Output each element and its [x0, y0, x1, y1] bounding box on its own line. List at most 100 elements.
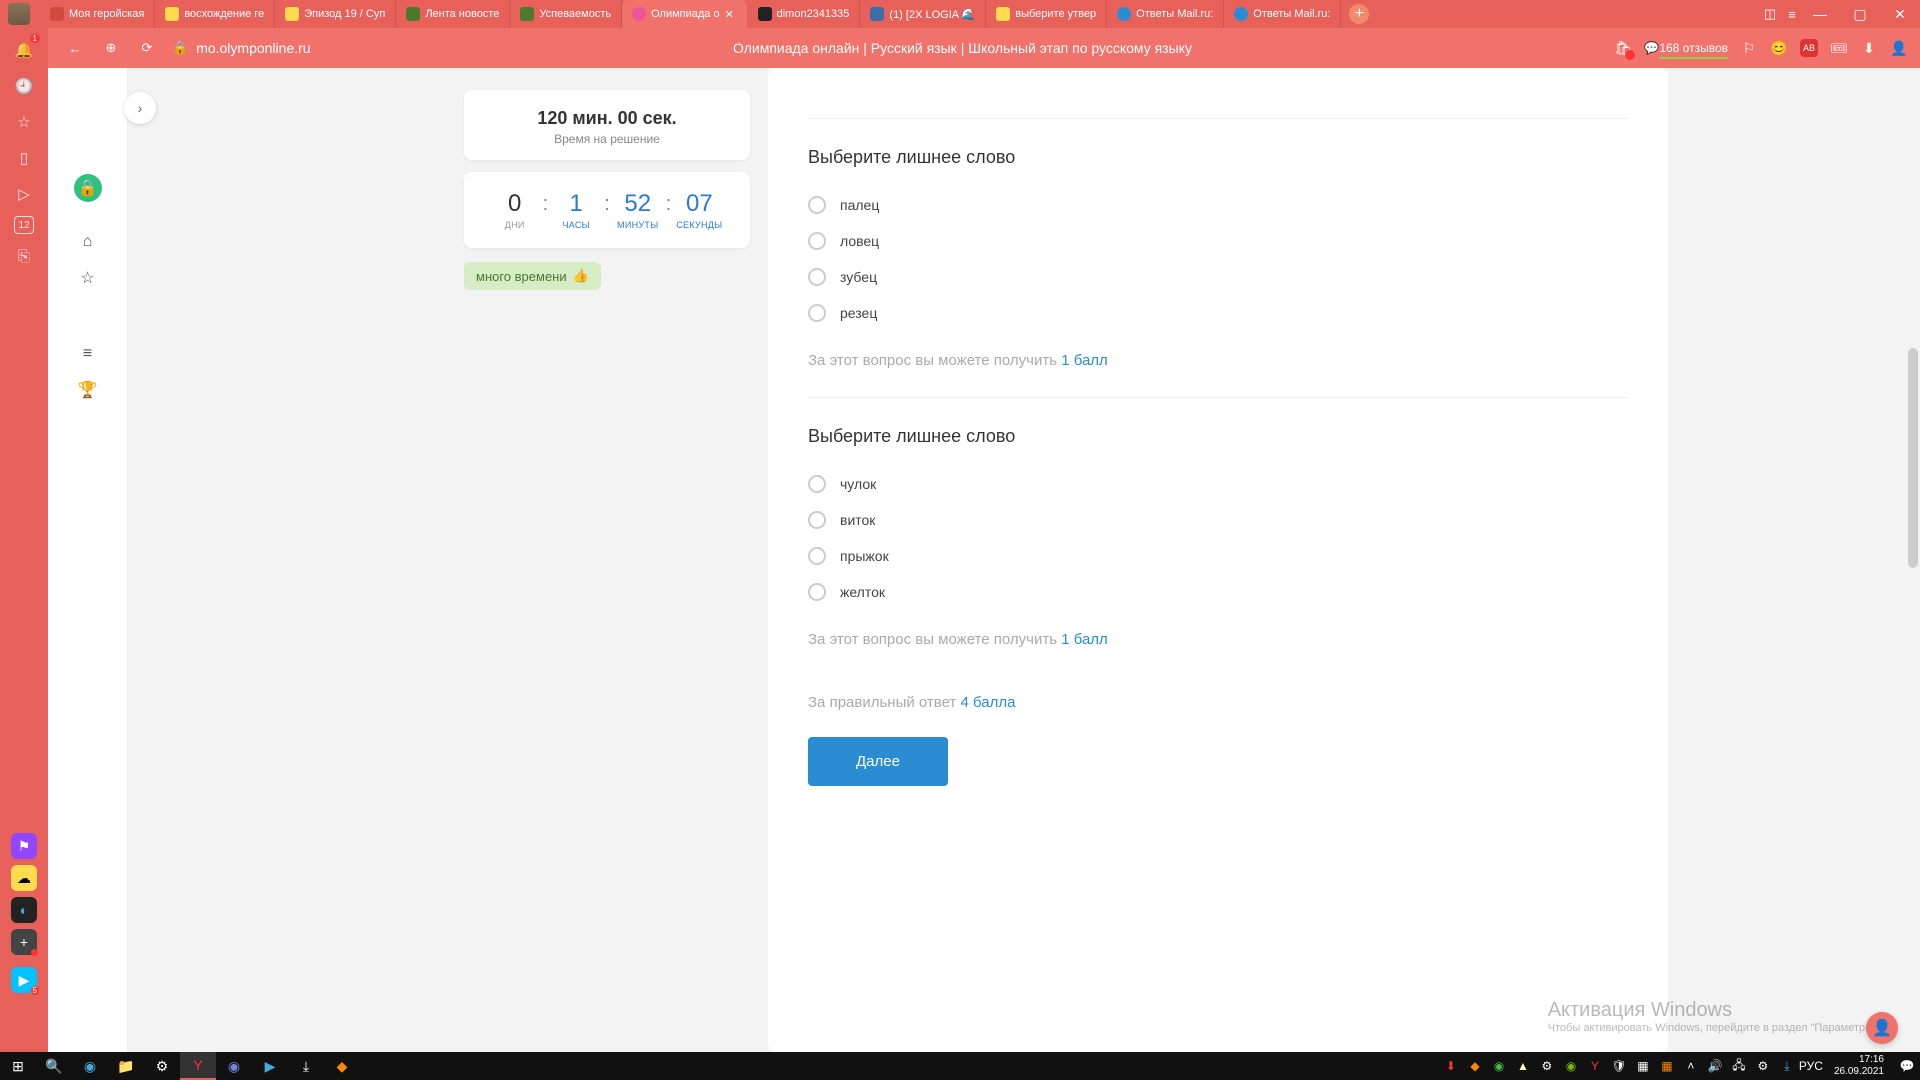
cart-icon[interactable]: 🛍: [1614, 39, 1632, 57]
tab-0[interactable]: Моя геройская: [40, 0, 155, 28]
reviews-link[interactable]: 💬168 отзывов: [1644, 41, 1728, 55]
radio-option[interactable]: зубец: [808, 268, 1628, 286]
downloads-icon[interactable]: ⬇: [1860, 39, 1878, 57]
tab-1[interactable]: восхождение ге: [155, 0, 275, 28]
tray-icon[interactable]: ⚙: [1538, 1059, 1556, 1073]
tab-6[interactable]: dimon2341335: [748, 0, 861, 28]
steam-icon[interactable]: ⚙: [144, 1052, 180, 1080]
tray-icon[interactable]: ◉: [1490, 1059, 1508, 1073]
bookmark-icon[interactable]: ⚐: [1740, 39, 1758, 57]
maximize-button[interactable]: ▢: [1840, 0, 1880, 28]
history-icon[interactable]: 🕘: [10, 72, 38, 100]
minimize-button[interactable]: —: [1800, 0, 1840, 28]
clock[interactable]: 17:16 26.09.2021: [1826, 1054, 1892, 1078]
collections-icon[interactable]: ▯: [10, 144, 38, 172]
tray-chevron-icon[interactable]: ˄: [1682, 1059, 1700, 1073]
tray-icon[interactable]: Y: [1586, 1059, 1604, 1073]
scroll-thumb[interactable]: [1908, 348, 1918, 568]
tray-icon[interactable]: ▦: [1658, 1059, 1676, 1073]
video-icon[interactable]: ▷: [10, 180, 38, 208]
taskbar: ⊞ 🔍 ◉ 📁 ⚙ Y ◉ ▶ ⤓ ◆ ⬇ ◆ ◉ ▲ ⚙ ◉ Y 🛡 ▦ ▦ …: [0, 1052, 1920, 1080]
tab-9[interactable]: Ответы Mail.ru:: [1107, 0, 1224, 28]
user-avatar[interactable]: [8, 3, 30, 25]
close-button[interactable]: ✕: [1880, 0, 1920, 28]
tray-icon[interactable]: ▲: [1514, 1059, 1532, 1073]
app-icon[interactable]: ◐: [11, 897, 37, 923]
promo-icon[interactable]: ▶5: [11, 967, 37, 993]
timer-sub: Время на решение: [484, 132, 730, 146]
countdown: 0ДНИ : 1ЧАСЫ : 52МИНУТЫ : 07СЕКУНДЫ: [464, 172, 750, 248]
panels-icon[interactable]: ◫: [1762, 0, 1778, 28]
reload-button[interactable]: ⟳: [136, 37, 158, 59]
tray-icon[interactable]: ▦: [1634, 1059, 1652, 1073]
feed-icon[interactable]: ⎘: [10, 242, 38, 270]
list-icon[interactable]: ≡: [72, 338, 104, 370]
taskbar-app[interactable]: ⤓: [288, 1052, 324, 1080]
twitch-icon[interactable]: ⚑: [11, 833, 37, 859]
volume-icon[interactable]: 🔊: [1706, 1059, 1724, 1073]
notifications-icon[interactable]: 🔔1: [10, 36, 38, 64]
close-icon[interactable]: ✕: [725, 8, 737, 21]
favorites-icon[interactable]: ☆: [10, 108, 38, 136]
tab-5[interactable]: Олимпиада о✕: [622, 0, 748, 28]
tray-icon[interactable]: ⬇: [1442, 1059, 1460, 1073]
timer-total: 120 мин. 00 сек.: [484, 108, 730, 129]
scrollbar[interactable]: [1906, 68, 1920, 1052]
menu-icon[interactable]: ≡: [1784, 0, 1800, 28]
action-center-icon[interactable]: 💬: [1898, 1059, 1916, 1073]
radio-option[interactable]: желток: [808, 583, 1628, 601]
tab-favicon: [285, 7, 299, 21]
tray-icon[interactable]: ⚙: [1754, 1059, 1772, 1073]
home-icon[interactable]: ⌂: [72, 226, 104, 258]
url-field[interactable]: 🔒 mo.olymponline.ru: [172, 40, 311, 56]
start-button[interactable]: ⊞: [0, 1052, 36, 1080]
trophy-icon[interactable]: 🏆: [72, 374, 104, 406]
tray-icon[interactable]: ◆: [1466, 1059, 1484, 1073]
language-indicator[interactable]: РУС: [1802, 1059, 1820, 1073]
add-sidebar-icon[interactable]: +: [11, 929, 37, 955]
explorer-icon[interactable]: 📁: [108, 1052, 144, 1080]
tray-icon[interactable]: ⤓: [1778, 1059, 1796, 1074]
network-icon[interactable]: 🖧: [1730, 1056, 1748, 1077]
back-button[interactable]: ←: [64, 37, 86, 59]
tray-icon[interactable]: 🛡: [1610, 1059, 1628, 1073]
radio-option[interactable]: чулок: [808, 475, 1628, 493]
expand-sidebar-button[interactable]: ›: [124, 92, 156, 124]
discord-icon[interactable]: ◉: [216, 1052, 252, 1080]
tab-10[interactable]: Ответы Mail.ru:: [1224, 0, 1341, 28]
tab-favicon: [1234, 7, 1248, 21]
radio-icon: [808, 196, 826, 214]
yandex-browser-icon[interactable]: Y: [180, 1052, 216, 1080]
taskbar-app[interactable]: ◆: [324, 1052, 360, 1080]
radio-icon: [808, 475, 826, 493]
profile-icon[interactable]: 👤: [1890, 39, 1908, 57]
calendar-icon[interactable]: 12: [14, 216, 34, 234]
radio-option[interactable]: ловец: [808, 232, 1628, 250]
tab-3[interactable]: Лента новосте: [396, 0, 510, 28]
radio-icon: [808, 547, 826, 565]
taskbar-app[interactable]: ▶: [252, 1052, 288, 1080]
tab-4[interactable]: Успеваемость: [510, 0, 622, 28]
tab-8[interactable]: выберите утвер: [986, 0, 1107, 28]
adblock-icon[interactable]: AB: [1800, 39, 1818, 57]
star-icon[interactable]: ☆: [72, 262, 104, 294]
radio-option[interactable]: резец: [808, 304, 1628, 322]
yandex-weather-icon[interactable]: ☁: [11, 865, 37, 891]
tab-favicon: [50, 7, 64, 21]
status-icon[interactable]: 🔒: [74, 174, 102, 202]
tab-7[interactable]: (1) [2X LOGIA 🌊: [860, 0, 986, 28]
next-button[interactable]: Далее: [808, 737, 948, 786]
radio-option[interactable]: виток: [808, 511, 1628, 529]
tab-2[interactable]: Эпизод 19 / Суп: [275, 0, 396, 28]
tray-icon[interactable]: ◉: [1562, 1059, 1580, 1073]
radio-option[interactable]: прыжок: [808, 547, 1628, 565]
new-tab-button[interactable]: +: [1349, 4, 1369, 24]
support-avatar-icon[interactable]: 👤: [1866, 1012, 1898, 1044]
tab-favicon: [870, 7, 884, 21]
taskbar-app[interactable]: ◉: [72, 1052, 108, 1080]
zen-icon[interactable]: 😊: [1770, 39, 1788, 57]
extension-icon[interactable]: 🎟: [1830, 39, 1848, 57]
radio-option[interactable]: палец: [808, 196, 1628, 214]
globe-icon[interactable]: ⊕: [100, 37, 122, 59]
search-button[interactable]: 🔍: [36, 1052, 72, 1080]
